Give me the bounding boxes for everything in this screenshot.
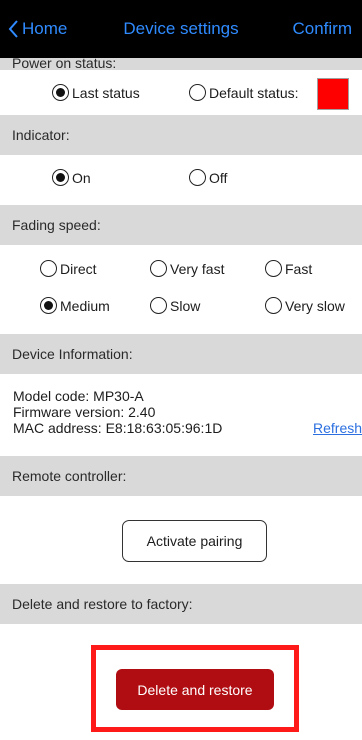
factory-header-label: Delete and restore to factory: [12,596,193,612]
radio-label: Very fast [170,260,225,277]
radio-label: Slow [170,297,201,314]
radio-indicator-off[interactable]: Off [189,169,227,186]
radio-unselected-icon [150,260,167,277]
radio-label: Off [209,169,228,186]
model-code: Model code: MP30-A [13,388,144,404]
power-on-options: Last status Default status: [0,78,362,110]
firmware-version: Firmware version: 2.40 [13,404,156,420]
radio-selected-icon [52,169,69,186]
radio-selected-icon [40,297,57,314]
radio-unselected-icon [265,260,282,277]
radio-default-status[interactable]: Default status: [189,84,299,101]
radio-fading-direct[interactable]: Direct [40,260,97,277]
device-info-text: Model code: MP30-A Firmware version: 2.4… [13,388,222,436]
remote-header-label: Remote controller: [12,468,127,484]
mac-address: MAC address: E8:18:63:05:96:1D [13,420,223,436]
section-header-remote-controller: Remote controller: [0,456,362,496]
delete-and-restore-button[interactable]: Delete and restore [116,669,274,710]
navigation-bar: Home Device settings Confirm [0,0,362,58]
radio-last-status[interactable]: Last status [52,84,140,101]
radio-fading-very-slow[interactable]: Very slow [265,297,345,314]
device-info-header-label: Device Information: [12,346,133,362]
radio-unselected-icon [189,169,206,186]
radio-fading-slow[interactable]: Slow [150,297,200,314]
fading-options-row-2: Medium Slow Very slow [0,297,362,319]
confirm-button[interactable]: Confirm [292,19,352,39]
radio-unselected-icon [40,260,57,277]
fading-header-label: Fading speed: [12,217,101,233]
section-header-fading-speed: Fading speed: [0,205,362,245]
refresh-link[interactable]: Refresh.. [313,420,362,436]
radio-fading-very-fast[interactable]: Very fast [150,260,224,277]
radio-label: Last status [72,84,140,101]
section-header-factory-restore: Delete and restore to factory: [0,584,362,624]
radio-label: Default status: [209,84,299,101]
radio-unselected-icon [189,84,206,101]
radio-label: Fast [285,260,313,277]
radio-selected-icon [52,84,69,101]
radio-label: Medium [60,297,110,314]
activate-pairing-button[interactable]: Activate pairing [122,520,267,562]
radio-unselected-icon [265,297,282,314]
section-header-device-information: Device Information: [0,334,362,374]
section-header-indicator: Indicator: [0,115,362,155]
radio-unselected-icon [150,297,167,314]
fading-options-row-1: Direct Very fast Fast [0,260,362,282]
indicator-header-label: Indicator: [12,127,70,143]
radio-label: Very slow [285,297,345,314]
radio-fading-fast[interactable]: Fast [265,260,312,277]
radio-label: On [72,169,91,186]
radio-indicator-on[interactable]: On [52,169,91,186]
radio-label: Direct [60,260,97,277]
radio-fading-medium[interactable]: Medium [40,297,110,314]
indicator-options: On Off [0,169,362,191]
default-color-swatch[interactable] [317,78,349,110]
